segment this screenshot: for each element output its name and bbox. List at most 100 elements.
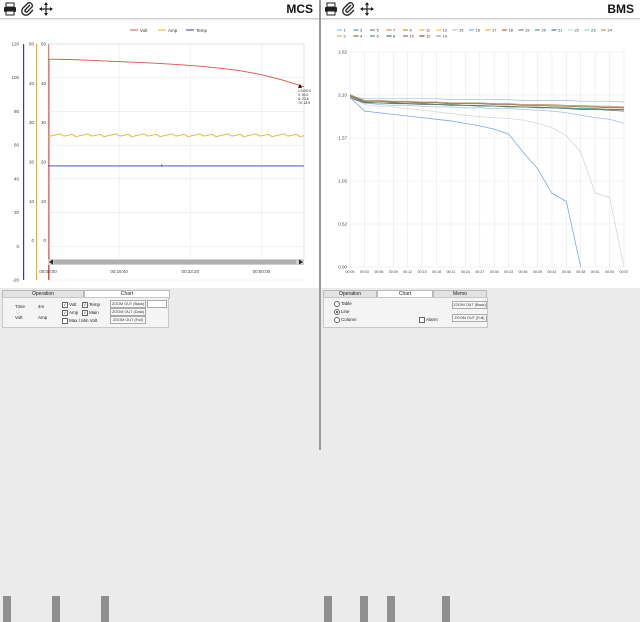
volt-series-line: [47, 58, 305, 88]
amp-axis-tick: 40: [29, 81, 35, 86]
move-arrows-icon[interactable]: [360, 2, 374, 16]
legend-label-cell-1: 1: [344, 28, 347, 33]
volt-axis-tick: 80: [14, 109, 20, 114]
zoom-select[interactable]: [147, 300, 167, 308]
side-tab-series[interactable]: [52, 596, 60, 622]
legend-label-cell-15: 15: [459, 28, 464, 33]
legend-label-cell-21: 21: [558, 28, 563, 33]
legend-label-cell-20: 20: [542, 28, 547, 33]
bms-panel: BMS 1 3 5 7 9 11 13 15 16 17 18 19 20 21 22 23 24 2 4 6 8 10 1…: [321, 0, 640, 622]
bms-x-tick-label: 00:57: [620, 270, 629, 274]
legend-label-cell-23: 23: [591, 28, 596, 33]
bms-x-tick-label: 00:27: [475, 270, 484, 274]
amp-series-line: [47, 133, 305, 138]
side-tab-time[interactable]: [3, 596, 11, 622]
cell-series-line: [349, 95, 624, 110]
temp-axis-tick: 10: [41, 199, 47, 204]
amp-axis-tick: 0: [31, 238, 34, 243]
bms-x-tick-label: 00:21: [446, 270, 455, 274]
legend-label-cell-13: 13: [443, 28, 448, 33]
bms-x-tick-label: 00:54: [605, 270, 614, 274]
bms-y-ticks: 2.62 2.10 1.57 1.05 0.52 0.00: [338, 50, 347, 270]
checkbox-minmax[interactable]: [62, 318, 68, 324]
page-title: BMS: [607, 2, 634, 16]
volt-axis-tick: 100: [11, 75, 19, 80]
mcs-grid: [47, 43, 305, 281]
volt-label: Volt: [15, 315, 23, 320]
printer-icon[interactable]: [3, 2, 17, 16]
bms-y-tick-label: 2.10: [338, 93, 347, 98]
time-value: 4m: [38, 304, 45, 309]
legend-label-temp: Temp: [196, 28, 208, 33]
bms-x-tick-label: 00:09: [389, 270, 398, 274]
legend-label-cell-6: 6: [377, 34, 380, 39]
bms-grid: [349, 51, 625, 268]
side-tab-type[interactable]: [324, 596, 332, 622]
amp-axis-tick: 10: [29, 199, 35, 204]
mcs-x-ticks: 00:00:00 00:16:40 00:33:20 00:50:00: [39, 269, 270, 274]
legend-label-cell-2: 2: [344, 34, 347, 39]
zoom-out-back-button[interactable]: ZOOM OUT (Back): [110, 300, 146, 308]
checkbox-alarm[interactable]: [419, 317, 425, 323]
amp-label: Amp: [38, 315, 48, 320]
radio-column-label: Column: [341, 317, 357, 322]
bms-x-tick-label: 00:51: [591, 270, 600, 274]
legend-label-cell-24: 24: [608, 28, 613, 33]
radio-table[interactable]: [334, 301, 340, 307]
legend-label-cell-12: 12: [426, 34, 431, 39]
legend-label-cell-3: 3: [360, 28, 363, 33]
legend-label-cell-11: 11: [426, 28, 431, 33]
amp-axis-tick: 20: [29, 160, 35, 165]
checkbox-minmax-label: Max / Min Volt: [69, 318, 98, 323]
paperclip-icon[interactable]: [342, 2, 356, 16]
volt-axis-tick: 60: [14, 143, 20, 148]
bms-chart: 1 3 5 7 9 11 13 15 16 17 18 19 20 21 22 23 24 2 4 6 8 10 12 14 …: [321, 20, 640, 288]
move-arrows-icon[interactable]: [39, 2, 53, 16]
bms-control-panel: Table Line Column Alarm ZOOM OUT (Back) …: [323, 297, 488, 622]
temp-axis-tick: 30: [41, 120, 47, 125]
legend-label-cell-10: 10: [410, 34, 415, 39]
bms-x-tick-label: 00:30: [490, 270, 499, 274]
legend-label-cell-4: 4: [360, 34, 363, 39]
checkbox-temp[interactable]: ✓: [82, 302, 88, 308]
legend-label-volt: Volt: [140, 28, 148, 33]
bms-x-tick-label: 00:45: [562, 270, 571, 274]
checkbox-main[interactable]: ✓: [82, 310, 88, 316]
radio-line[interactable]: [334, 309, 340, 315]
side-tab-zoom[interactable]: [101, 596, 109, 622]
time-label: Time: [15, 304, 25, 309]
legend-label-cell-8: 8: [393, 34, 396, 39]
amp-axis-line: [36, 44, 38, 280]
amp-axis-tick: 50: [29, 42, 35, 47]
radio-column[interactable]: [334, 317, 340, 323]
chart-scrollbar-thumb[interactable]: [54, 260, 296, 264]
printer-icon[interactable]: [324, 2, 338, 16]
zoom-out-back-button[interactable]: ZOOM OUT (Back): [452, 301, 487, 309]
bms-y-tick-label: 1.05: [338, 179, 347, 184]
bms-x-tick-label: 00:33: [504, 270, 513, 274]
checkbox-main-label: Main: [89, 310, 99, 315]
zoom-out-full-button[interactable]: ZOOM OUT (Full): [452, 314, 487, 322]
mcs-x-tick-label: 00:50:00: [253, 269, 271, 274]
page-title: MCS: [286, 2, 313, 16]
bms-x-tick-label: 00:15: [418, 270, 427, 274]
bms-x-tick-label: 00:03: [360, 270, 369, 274]
side-tab-cells[interactable]: [360, 596, 368, 622]
side-tab-zoom[interactable]: [442, 596, 450, 622]
zoom-out-data-button[interactable]: ZOOM OUT (Data): [110, 308, 146, 316]
bms-x-ticks: 00:00 00:03 00:06 00:09 00:12 00:15 00:18 00:21…: [346, 270, 629, 274]
checkbox-volt[interactable]: ✓: [62, 302, 68, 308]
side-tab-options[interactable]: [387, 596, 395, 622]
bms-y-tick-label: 1.57: [338, 136, 347, 141]
temp-axis-tick: 20: [41, 160, 47, 165]
legend-label-cell-19: 19: [525, 28, 530, 33]
volt-axis-tick: 120: [11, 42, 19, 47]
bms-x-tick-label: 00:39: [533, 270, 542, 274]
temp-axis-line: [23, 44, 25, 280]
bms-legend: 1 3 5 7 9 11 13 15 16 17 18 19 20 21 22 23 242 4 6 8 10 12 14: [337, 28, 613, 39]
zoom-out-full-button[interactable]: ZOOM OUT (Full): [110, 316, 146, 324]
paperclip-icon[interactable]: [21, 2, 35, 16]
bms-x-tick-label: 00:48: [576, 270, 585, 274]
checkbox-amp[interactable]: ✓: [62, 310, 68, 316]
mcs-chart-svg: Volt Amp Temp 120100806040200-205040302010…: [11, 28, 311, 283]
